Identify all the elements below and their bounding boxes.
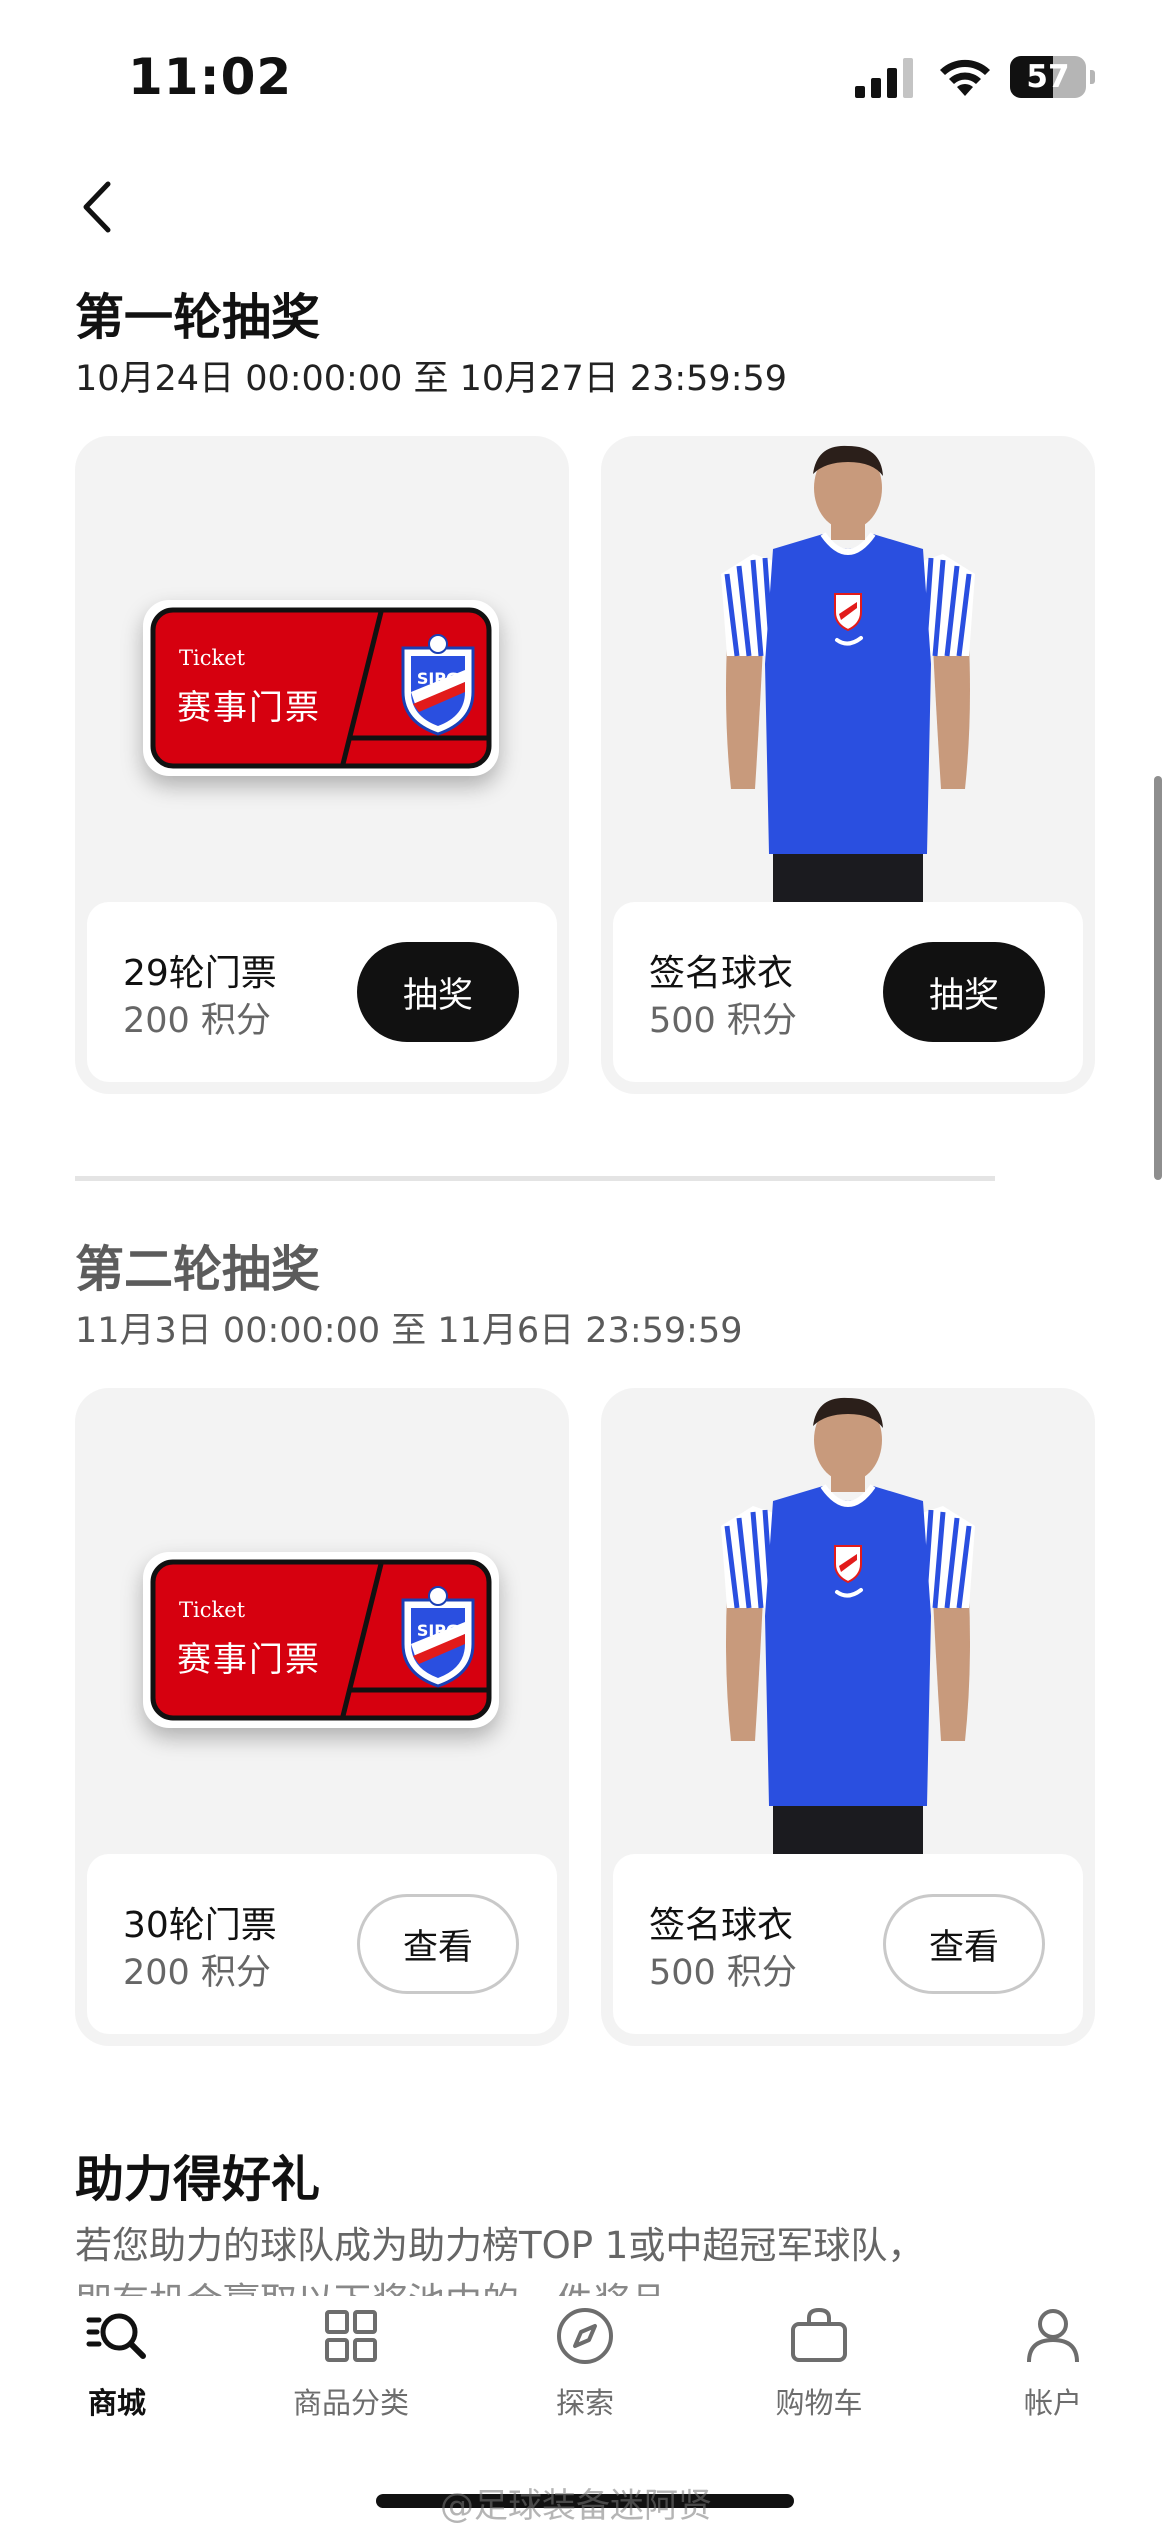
- search-list-icon: [86, 2313, 146, 2359]
- ticket-image: SIPG Ticket 赛事门票: [143, 600, 499, 776]
- jersey-model-image: [721, 445, 975, 904]
- ticket-cn-label: 赛事门票: [177, 688, 321, 728]
- prize-name: 签名球衣: [649, 1905, 794, 1946]
- grid-icon: [325, 2310, 377, 2362]
- support-section-description: 若您助力的球队成为助力榜TOP 1或中超冠军球队，: [75, 2224, 925, 2267]
- prize-cost: 200 积分: [123, 1953, 271, 1993]
- prize-card-jersey[interactable]: 签名球衣 500 积分 抽奖: [601, 436, 1095, 1094]
- tab-label: 购物车: [775, 2386, 863, 2420]
- prize-info: 签名球衣 500 积分 查看: [613, 1854, 1083, 2034]
- tab-label: 探索: [555, 2386, 614, 2420]
- prize-name: 29轮门票: [123, 953, 277, 994]
- scroll-indicator[interactable]: [1154, 776, 1162, 1180]
- jersey-model-image: [721, 1397, 975, 1856]
- tab-label: 商品分类: [292, 2386, 409, 2420]
- prize-card-ticket[interactable]: SIPG Ticket 赛事门票 29轮门票 200 积分 抽奖: [75, 436, 569, 1094]
- status-time: 11:02: [128, 48, 293, 106]
- draw-button[interactable]: 抽奖: [883, 942, 1045, 1042]
- prize-cost: 200 积分: [123, 1001, 271, 1041]
- ticket-image: SIPG Ticket 赛事门票: [143, 1552, 499, 1728]
- round-1-date-range: 10月24日 00:00:00 至 10月27日 23:59:59: [75, 359, 788, 399]
- round-1-title: 第一轮抽奖: [75, 289, 321, 346]
- tab-shop[interactable]: 商城: [0, 2296, 234, 2446]
- tab-categories[interactable]: 商品分类: [234, 2296, 468, 2446]
- ticket-en-label: Ticket: [179, 1598, 246, 1622]
- prize-card-jersey[interactable]: 签名球衣 500 积分 查看: [601, 1388, 1095, 2046]
- cellular-signal-icon: [855, 58, 913, 98]
- ticket-cn-label: 赛事门票: [177, 1640, 321, 1680]
- svg-text:SIPG: SIPG: [417, 669, 459, 688]
- person-icon: [1027, 2309, 1079, 2363]
- support-section-title: 助力得好礼: [75, 2151, 321, 2208]
- prize-name: 30轮门票: [123, 1905, 277, 1946]
- bag-icon: [791, 2307, 847, 2362]
- view-button[interactable]: 查看: [883, 1894, 1045, 1994]
- support-section-description-cont: 即有机会赢取以下奖池中的一件奖品: [75, 2274, 1095, 2296]
- round-2-date-range: 11月3日 00:00:00 至 11月6日 23:59:59: [75, 1311, 743, 1351]
- tab-label: 商城: [87, 2386, 146, 2420]
- watermark: @足球装备迷阿贤: [440, 2486, 712, 2526]
- ticket-en-label: Ticket: [179, 646, 246, 670]
- back-chevron-icon[interactable]: [74, 180, 124, 234]
- wifi-icon: [940, 59, 990, 96]
- prize-name: 签名球衣: [649, 953, 794, 994]
- round-2-title: 第二轮抽奖: [75, 1241, 321, 1298]
- tab-label: 帐户: [1023, 2386, 1082, 2420]
- section-divider: [75, 1176, 995, 1181]
- tab-account[interactable]: 帐户: [936, 2296, 1170, 2446]
- tab-explore[interactable]: 探索: [468, 2296, 702, 2446]
- prize-card-ticket[interactable]: SIPG Ticket 赛事门票 30轮门票 200 积分 查看: [75, 1388, 569, 2046]
- svg-text:SIPG: SIPG: [417, 1621, 459, 1640]
- prize-info: 29轮门票 200 积分 抽奖: [87, 902, 557, 1082]
- status-bar: 11:02 57: [0, 0, 1170, 150]
- battery-percentage: 57: [1026, 59, 1070, 95]
- battery-icon: 57: [1010, 56, 1095, 98]
- tab-cart[interactable]: 购物车: [702, 2296, 936, 2446]
- compass-icon: [557, 2308, 613, 2364]
- view-button[interactable]: 查看: [357, 1894, 519, 1994]
- prize-info: 签名球衣 500 积分 抽奖: [613, 902, 1083, 1082]
- prize-info: 30轮门票 200 积分 查看: [87, 1854, 557, 2034]
- draw-button[interactable]: 抽奖: [357, 942, 519, 1042]
- prize-cost: 500 积分: [649, 1001, 797, 1041]
- prize-cost: 500 积分: [649, 1953, 797, 1993]
